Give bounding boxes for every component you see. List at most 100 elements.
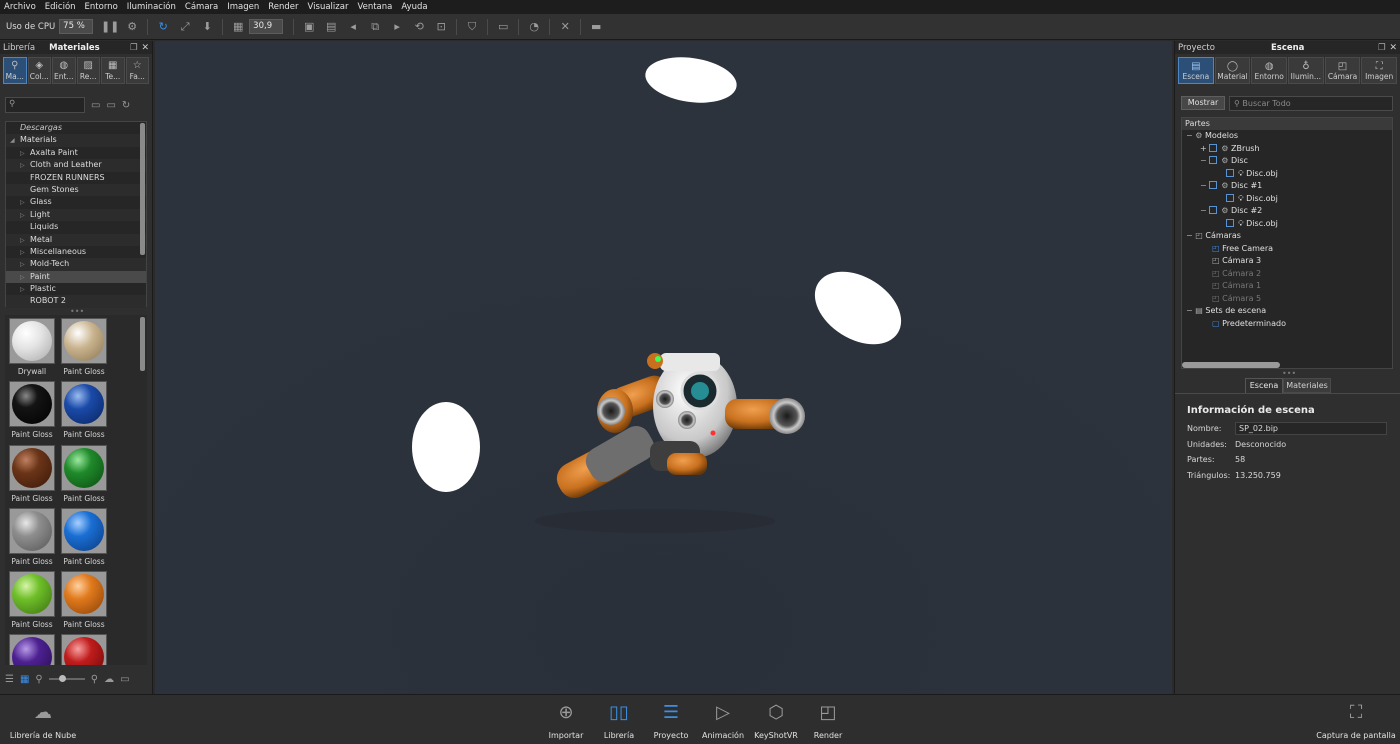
scene-node-modelos[interactable]: − ⚙ Modelos	[1182, 130, 1392, 143]
scene-node-disc-2[interactable]: − ⚙ Disc #2	[1182, 205, 1392, 218]
tree-item-paint[interactable]: ▷ Paint	[6, 270, 146, 284]
cloud-upload-icon[interactable]: ☁	[104, 674, 114, 685]
camera-next-icon[interactable]: ▸	[389, 19, 405, 35]
folder-icon[interactable]: ▭	[120, 674, 129, 685]
menu-ayuda[interactable]: Ayuda	[401, 2, 427, 12]
tree-item-frozen-runners[interactable]: FROZEN RUNNERS	[6, 172, 146, 184]
import-button[interactable]: ⊕ Importar	[536, 699, 596, 741]
scene-node-disc-obj[interactable]: 💡︎ Disc.obj	[1182, 168, 1392, 181]
scene-name-field[interactable]: SP_02.bip	[1235, 422, 1387, 436]
menu-ventana[interactable]: Ventana	[357, 2, 392, 12]
image-output-icon[interactable]: ▬	[588, 19, 604, 35]
lower-tab-materiales[interactable]: Materiales	[1283, 378, 1331, 393]
tree-item-cloth-and-leather[interactable]: ▷ Cloth and Leather	[6, 159, 146, 172]
camera-snapshot-icon[interactable]: ▣	[301, 19, 317, 35]
tree-item-light[interactable]: ▷ Light	[6, 208, 146, 222]
refresh-icon[interactable]: ↻	[155, 19, 171, 35]
panel-close-icon[interactable]: ✕	[1389, 43, 1397, 53]
tree-item-axalta-paint[interactable]: ▷ Axalta Paint	[6, 147, 146, 159]
material-swatch[interactable]: Paint Gloss ...	[59, 381, 109, 448]
grid-view-icon[interactable]: ▦	[20, 674, 29, 685]
fit-view-icon[interactable]: ⤢	[177, 19, 193, 35]
camera-add-icon[interactable]: ⧉	[367, 19, 383, 35]
library-tab-environments[interactable]: ◍ Ent...	[52, 57, 76, 84]
splitter-handle-icon[interactable]: •••	[1282, 369, 1296, 378]
scene-search-input[interactable]: ⚲ Buscar Todo	[1229, 96, 1393, 111]
cloud-library-button[interactable]: ☁ Librería de Nube	[8, 699, 78, 741]
project-tab-lighting[interactable]: ♁ Ilumin...	[1288, 57, 1324, 84]
visibility-checkbox[interactable]	[1226, 218, 1234, 227]
refresh-icon[interactable]: ↻	[122, 100, 130, 111]
material-swatch[interactable]: Paint Gloss ...	[59, 318, 109, 385]
visibility-checkbox[interactable]	[1226, 193, 1234, 202]
tree-item-plastic[interactable]: ▷ Plastic	[6, 283, 146, 295]
menu-edicion[interactable]: Edición	[45, 2, 76, 12]
scene-node-zbrush[interactable]: + ⚙ ZBrush	[1182, 143, 1392, 156]
project-tab-image[interactable]: ⛶ Imagen	[1361, 57, 1398, 84]
material-swatch[interactable]: Paint Gloss ...	[7, 571, 57, 638]
render-viewport[interactable]	[155, 41, 1172, 694]
visibility-checkbox[interactable]	[1209, 181, 1218, 189]
material-swatch[interactable]: Paint Gloss ...	[7, 381, 57, 448]
tree-horizontal-scrollbar[interactable]	[1182, 362, 1280, 368]
material-swatch[interactable]	[7, 634, 57, 665]
disc-light-left[interactable]	[412, 402, 480, 492]
visibility-checkbox[interactable]	[1209, 206, 1218, 214]
library-button[interactable]: ▯▯ Librería	[589, 699, 649, 741]
camera-prev-icon[interactable]: ◂	[345, 19, 361, 35]
panel-float-icon[interactable]: ❐	[1378, 43, 1386, 53]
scene-node-camara-5[interactable]: ◰ Cámara 5	[1182, 293, 1392, 306]
cpu-usage-field[interactable]: 75 %	[59, 19, 94, 34]
menu-imagen[interactable]: Imagen	[227, 2, 259, 12]
tree-item-liquids[interactable]: Liquids	[6, 221, 146, 233]
scene-node-sets-de-escena[interactable]: − ▤ Sets de escena	[1182, 305, 1392, 318]
tree-item-robot-2[interactable]: ROBOT 2	[6, 295, 146, 308]
project-button[interactable]: ☰ Proyecto	[641, 699, 701, 741]
project-tab-material[interactable]: ◯ Material	[1214, 57, 1251, 84]
scene-node-camara-2[interactable]: ◰ Cámara 2	[1182, 268, 1392, 281]
scene-node-disc-obj[interactable]: 💡︎ Disc.obj	[1182, 218, 1392, 231]
pause-icon[interactable]: ❚❚	[101, 19, 119, 35]
project-tab-camera[interactable]: ◰ Cámara	[1324, 57, 1361, 84]
lower-tab-escena[interactable]: Escena	[1245, 378, 1283, 393]
slider-handle[interactable]	[58, 675, 66, 682]
scene-node-camara-3[interactable]: ◰ Cámara 3	[1182, 255, 1392, 268]
visibility-checkbox[interactable]	[1209, 143, 1218, 152]
material-swatch[interactable]: Paint Gloss ...	[59, 571, 109, 638]
material-swatch[interactable]: Paint Gloss ...	[7, 508, 57, 575]
drop-down-icon[interactable]: ⬇	[199, 19, 215, 35]
panel-close-icon[interactable]: ✕	[141, 43, 149, 53]
viewport-scene[interactable]	[155, 41, 1172, 694]
fov-field[interactable]: 30,9	[249, 19, 284, 34]
menu-visualizar[interactable]: Visualizar	[308, 2, 349, 12]
scene-node-camaras[interactable]: − ◰ Cámaras	[1182, 230, 1392, 243]
zoom-out-icon[interactable]: ⚲	[35, 674, 42, 685]
scene-node-free-camera[interactable]: ◰ Free Camera	[1182, 243, 1392, 256]
tree-item-materials[interactable]: ◢ Materials	[6, 134, 146, 147]
scene-node-predeterminado[interactable]: ▢ Predeterminado	[1182, 318, 1392, 331]
render-button[interactable]: ◰ Render	[798, 699, 858, 741]
tab-proyecto[interactable]: Proyecto	[1178, 43, 1215, 53]
scene-node-camara-1[interactable]: ◰ Cámara 1	[1182, 280, 1392, 293]
visibility-checkbox[interactable]	[1209, 156, 1218, 164]
menu-entorno[interactable]: Entorno	[85, 2, 118, 12]
screenshot-button[interactable]: ⛶ Captura de pantalla	[1316, 699, 1396, 741]
menu-camara[interactable]: Cámara	[185, 2, 218, 12]
camera-lock-icon[interactable]: ⊡	[433, 19, 449, 35]
thumbnail-size-slider[interactable]	[48, 675, 85, 682]
material-swatch[interactable]: Paint Gloss ...	[7, 445, 57, 512]
tab-escena[interactable]: Escena	[1271, 43, 1304, 53]
folder-add-icon[interactable]: ▭	[106, 100, 115, 111]
tree-item-descargas[interactable]: Descargas	[6, 122, 146, 134]
library-tab-favorites[interactable]: ☆ Fa...	[125, 57, 149, 84]
menu-archivo[interactable]: Archivo	[4, 2, 36, 12]
menu-iluminacion[interactable]: Iluminación	[127, 2, 176, 12]
menu-render[interactable]: Render	[268, 2, 298, 12]
scene-node-disc-1[interactable]: − ⚙ Disc #1	[1182, 180, 1392, 193]
rotate-icon[interactable]: ⟲	[411, 19, 427, 35]
library-tab-materials[interactable]: ⚲ Ma...	[3, 57, 27, 84]
scene-node-disc[interactable]: − ⚙ Disc	[1182, 155, 1392, 168]
presentation-icon[interactable]: ▭	[495, 19, 511, 35]
library-tab-colors[interactable]: ◈ Col...	[27, 57, 51, 84]
tree-scrollbar[interactable]	[140, 123, 145, 255]
